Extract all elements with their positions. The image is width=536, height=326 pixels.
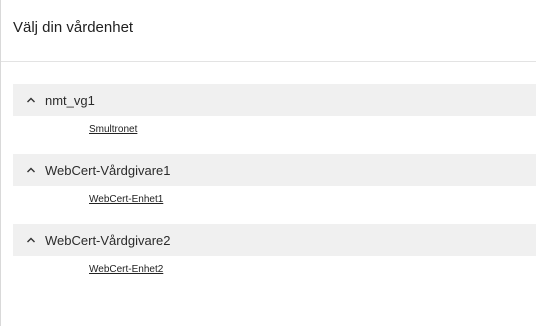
chevron-up-icon (27, 167, 35, 173)
care-provider-toggle-webcert-vardgivare1[interactable]: WebCert-Vårdgivare1 (13, 154, 536, 186)
care-provider-group: WebCert-Vårdgivare1 WebCert-Enhet1 (13, 154, 536, 207)
care-unit-link-smultronet[interactable]: Smultronet (89, 123, 137, 137)
chevron-up-icon (27, 97, 35, 103)
care-provider-label: nmt_vg1 (45, 92, 95, 108)
care-unit-link-webcert-enhet2[interactable]: WebCert-Enhet2 (89, 263, 163, 277)
care-unit-picker-panel: Välj din vårdenhet nmt_vg1 Smultronet We… (0, 0, 536, 326)
care-provider-toggle-nmt-vg1[interactable]: nmt_vg1 (13, 84, 536, 116)
care-provider-list: nmt_vg1 Smultronet WebCert-Vårdgivare1 W… (1, 62, 536, 277)
care-provider-toggle-webcert-vardgivare2[interactable]: WebCert-Vårdgivare2 (13, 224, 536, 256)
care-provider-label: WebCert-Vårdgivare2 (45, 232, 171, 248)
page-title: Välj din vårdenhet (13, 19, 134, 36)
care-unit-link-webcert-enhet1[interactable]: WebCert-Enhet1 (89, 193, 163, 207)
chevron-up-icon (27, 237, 35, 243)
panel-header: Välj din vårdenhet (1, 0, 536, 62)
care-provider-label: WebCert-Vårdgivare1 (45, 162, 171, 178)
care-provider-group: WebCert-Vårdgivare2 WebCert-Enhet2 (13, 224, 536, 277)
care-provider-group: nmt_vg1 Smultronet (13, 84, 536, 137)
